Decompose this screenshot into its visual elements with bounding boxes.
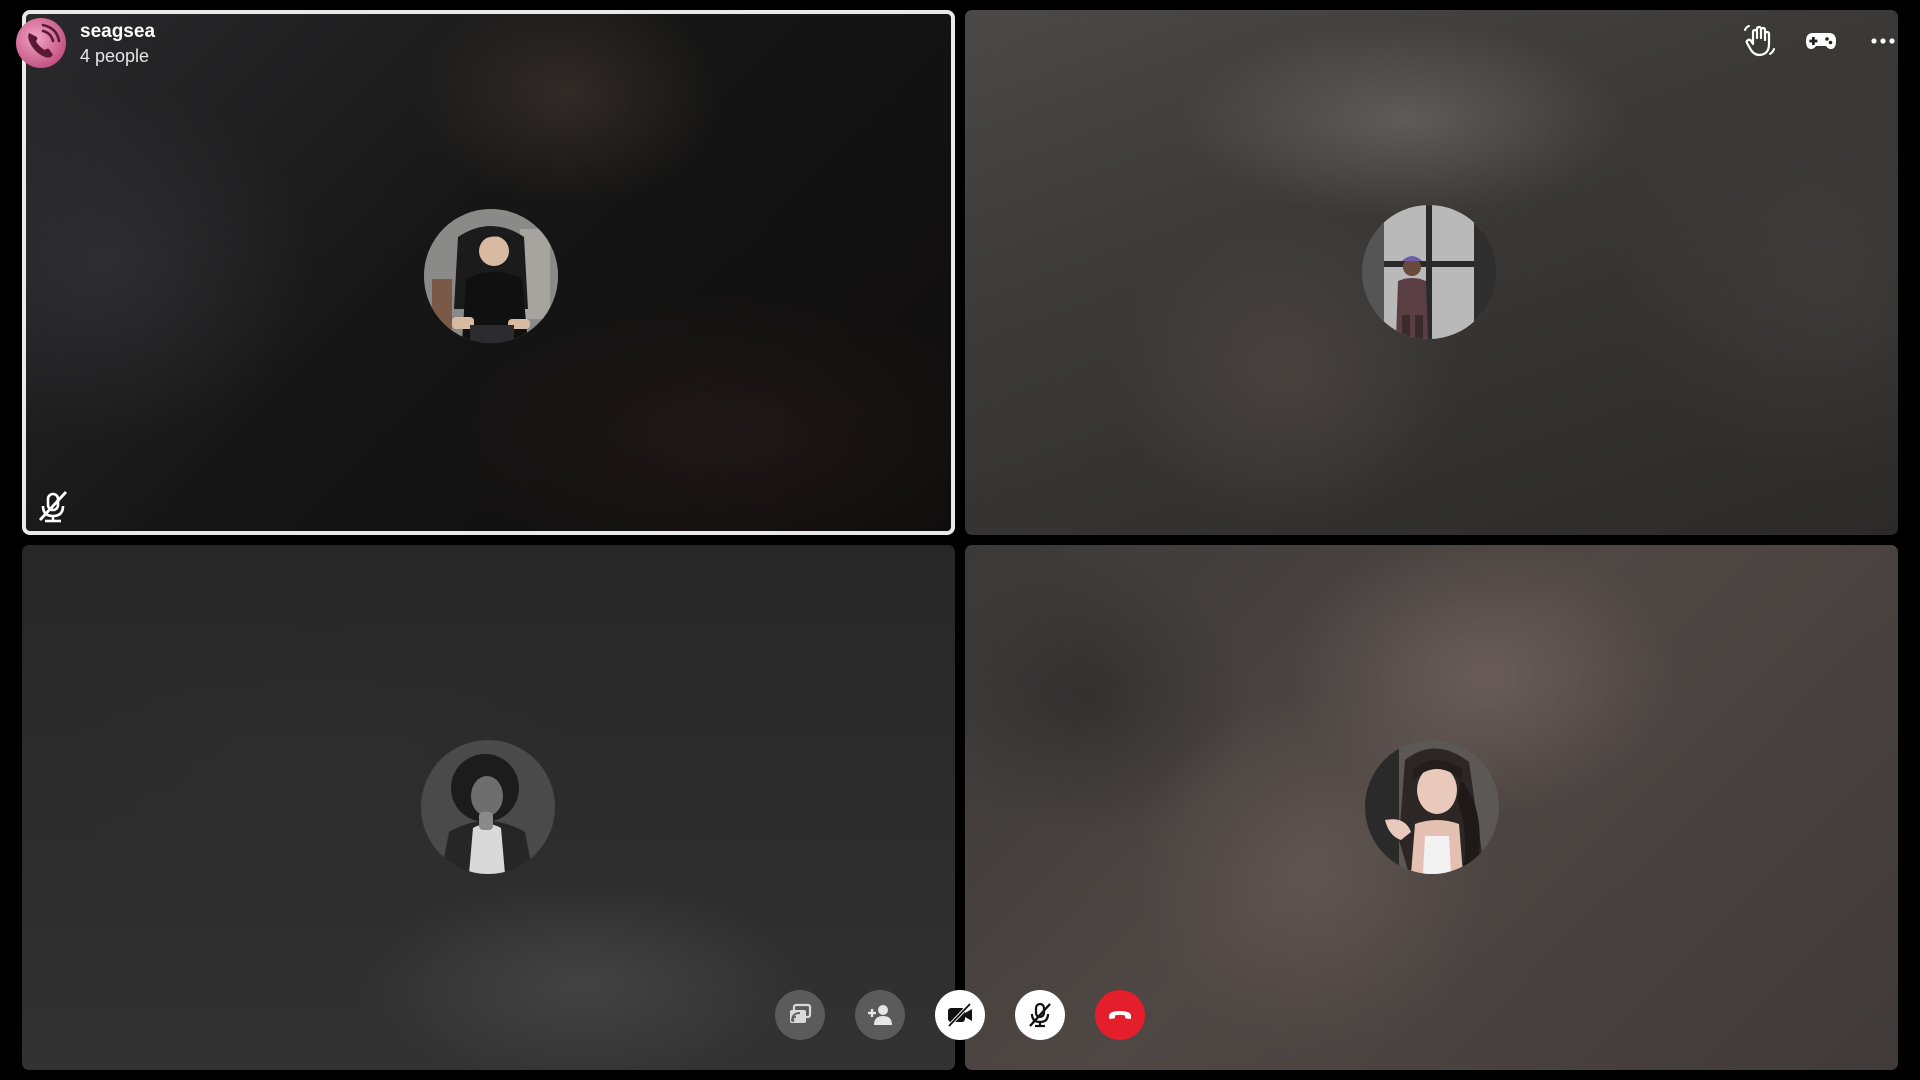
microphone-toggle-button[interactable] [1015,990,1065,1040]
participant-avatar-2 [1362,205,1496,339]
participant-tile-2[interactable] [965,10,1898,535]
participant-count: 4 people [80,46,150,66]
share-screen-button[interactable] [775,990,825,1040]
end-call-button[interactable] [1095,990,1145,1040]
gamepad-icon[interactable] [1804,24,1838,58]
ellipsis-icon[interactable] [1866,24,1900,58]
call-controls [775,990,1145,1040]
add-person-icon [868,1005,892,1025]
top-actions [1742,24,1900,58]
add-people-button[interactable] [855,990,905,1040]
participant-avatar-3 [421,740,555,874]
hang-up-icon [1109,1011,1131,1019]
camera-toggle-button[interactable] [935,990,985,1040]
hand-wave-icon[interactable] [1742,24,1776,58]
participant-tile-1[interactable] [22,10,955,535]
participant-avatar-4 [1365,740,1499,874]
screen-share-icon [790,1003,812,1023]
phone-waves-icon [16,18,66,68]
mic-off-icon [1029,1002,1051,1028]
video-off-icon [947,1002,972,1028]
call-title: seagsea [80,21,156,42]
participant-avatar-1 [424,209,558,343]
call-header: seagsea 4 people [16,18,155,68]
video-call-window: seagsea 4 people [0,0,1920,1080]
muted-mic-icon [36,489,70,523]
